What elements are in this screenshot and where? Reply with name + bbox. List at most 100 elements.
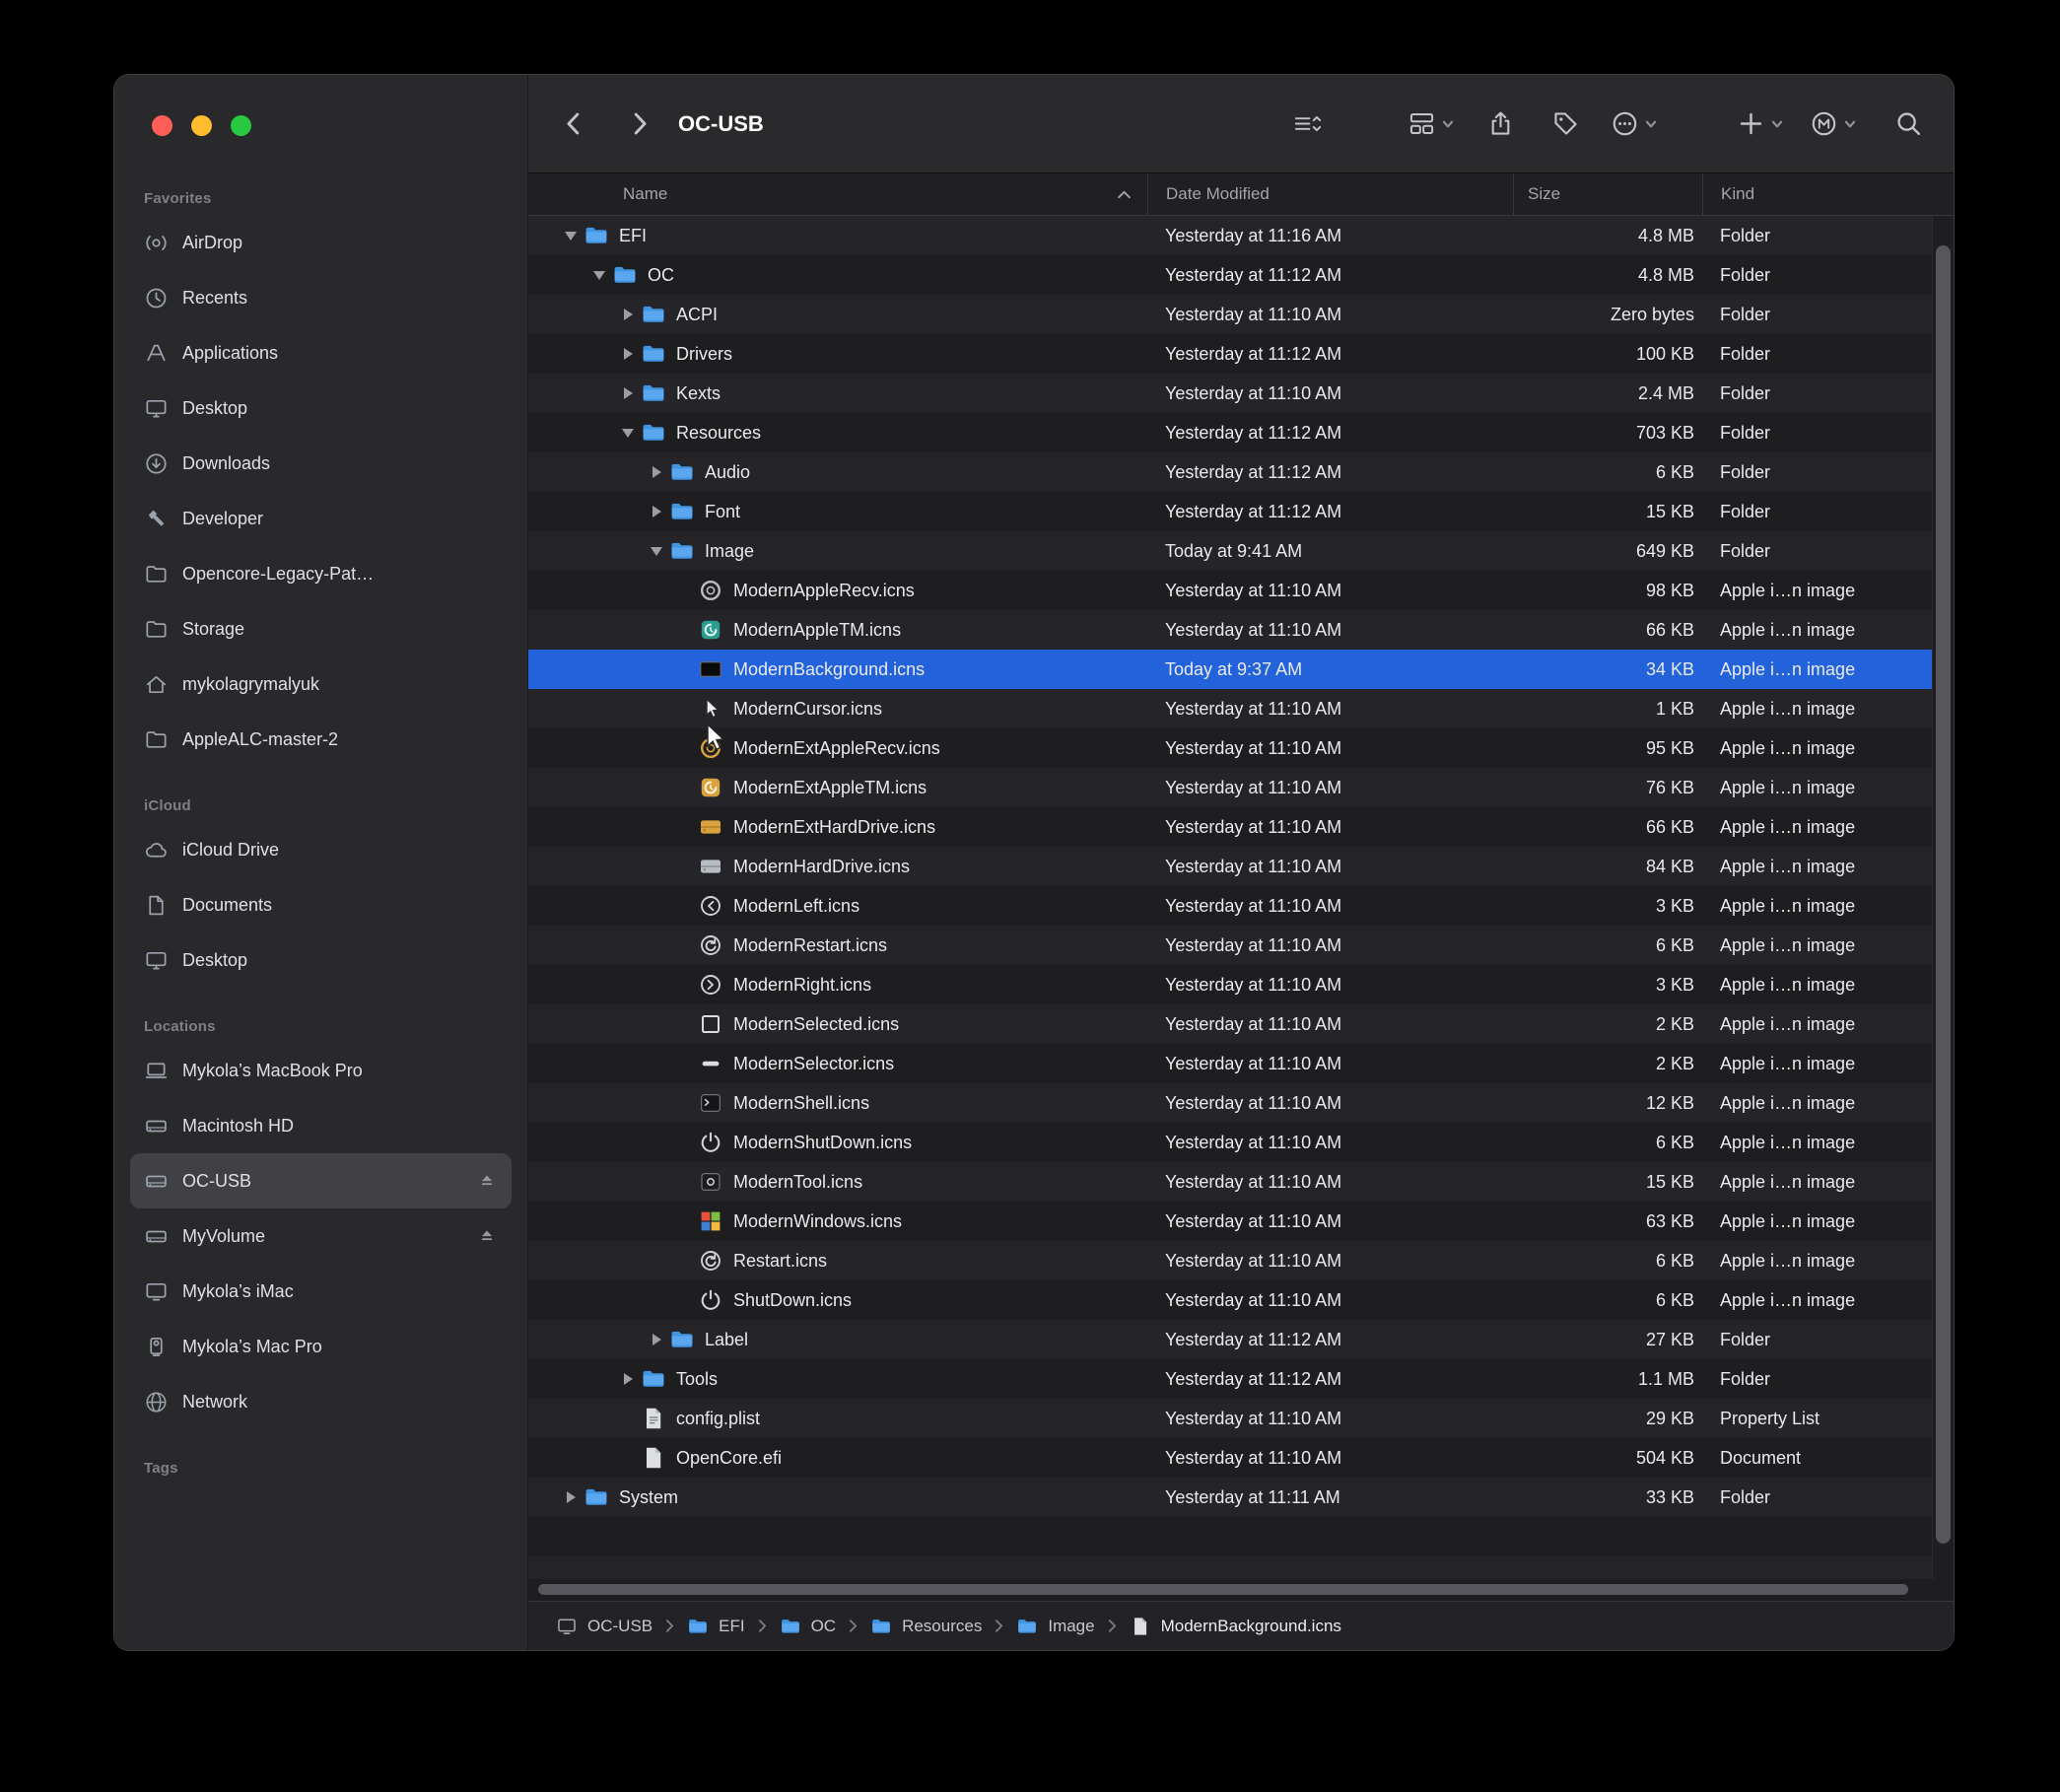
disclosure-cell[interactable] [558,1491,584,1503]
sidebar-item-documents[interactable]: Documents [130,877,512,932]
column-header-size[interactable]: Size [1513,173,1702,215]
file-row-modernbackground-icns[interactable]: ModernBackground.icnsToday at 9:37 AM34 … [528,650,1954,689]
sidebar-item-applealc-master-2[interactable]: AppleALC-master-2 [130,712,512,767]
breadcrumb-item-oc[interactable]: OC [780,1616,837,1637]
horizontal-scrollbar-thumb[interactable] [538,1584,1908,1595]
new-folder-button[interactable] [1737,101,1784,148]
file-row-drivers[interactable]: DriversYesterday at 11:12 AM100 KBFolder [528,334,1954,374]
disclosure-cell[interactable] [644,466,669,478]
disclosure-cell[interactable] [644,506,669,517]
breadcrumb-item-image[interactable]: Image [1016,1616,1094,1637]
file-row-modernharddrive-icns[interactable]: ModernHardDrive.icnsYesterday at 11:10 A… [528,847,1954,886]
sidebar-item-oc-usb[interactable]: OC-USB [130,1153,512,1208]
breadcrumb-item-resources[interactable]: Resources [870,1616,982,1637]
disclosure-cell[interactable] [644,547,669,556]
file-row-resources[interactable]: ResourcesYesterday at 11:12 AM703 KBFold… [528,413,1954,452]
forward-button[interactable] [619,101,658,148]
disclosure-triangle-icon[interactable] [624,309,633,320]
tags-button[interactable] [1545,101,1585,148]
sidebar-item-downloads[interactable]: Downloads [130,436,512,491]
vertical-scrollbar-thumb[interactable] [1936,245,1951,1544]
disclosure-triangle-icon[interactable] [624,387,633,399]
file-row-modernshutdown-icns[interactable]: ModernShutDown.icnsYesterday at 11:10 AM… [528,1123,1954,1162]
sidebar-item-storage[interactable]: Storage [130,601,512,656]
disclosure-cell[interactable] [615,429,641,438]
sidebar-item-airdrop[interactable]: AirDrop [130,215,512,270]
vertical-scrollbar[interactable] [1932,216,1954,1579]
file-row-modernrestart-icns[interactable]: ModernRestart.icnsYesterday at 11:10 AM6… [528,926,1954,965]
disclosure-triangle-icon[interactable] [624,348,633,360]
disclosure-cell[interactable] [615,309,641,320]
file-row-system[interactable]: SystemYesterday at 11:11 AM33 KBFolder [528,1478,1954,1517]
disclosure-cell[interactable] [615,1373,641,1385]
group-button[interactable] [1408,101,1455,148]
sidebar-item-mykola-s-imac[interactable]: Mykola’s iMac [130,1264,512,1319]
disclosure-cell[interactable] [644,1334,669,1345]
file-row-moderncursor-icns[interactable]: ModernCursor.icnsYesterday at 11:10 AM1 … [528,689,1954,728]
file-row-modernextappletm-icns[interactable]: ModernExtAppleTM.icnsYesterday at 11:10 … [528,768,1954,807]
file-row-modernextharddrive-icns[interactable]: ModernExtHardDrive.icnsYesterday at 11:1… [528,807,1954,847]
breadcrumb-item-oc-usb[interactable]: OC-USB [556,1616,652,1637]
zoom-button[interactable] [231,115,251,136]
file-row-efi[interactable]: EFIYesterday at 11:16 AM4.8 MBFolder [528,216,1954,255]
sidebar-item-opencore-legacy-pat[interactable]: Opencore-Legacy-Pat… [130,546,512,601]
account-button[interactable] [1810,101,1857,148]
file-row-audio[interactable]: AudioYesterday at 11:12 AM6 KBFolder [528,452,1954,492]
file-row-modernappletm-icns[interactable]: ModernAppleTM.icnsYesterday at 11:10 AM6… [528,610,1954,650]
column-header-date[interactable]: Date Modified [1147,173,1513,215]
disclosure-triangle-icon[interactable] [624,1373,633,1385]
sidebar-item-recents[interactable]: Recents [130,270,512,325]
sidebar-item-desktop[interactable]: Desktop [130,932,512,988]
minimize-button[interactable] [191,115,212,136]
file-row-modernwindows-icns[interactable]: ModernWindows.icnsYesterday at 11:10 AM6… [528,1202,1954,1241]
disclosure-triangle-icon[interactable] [652,1334,661,1345]
file-row-modernright-icns[interactable]: ModernRight.icnsYesterday at 11:10 AM3 K… [528,965,1954,1004]
eject-icon[interactable] [476,1225,498,1247]
sidebar-item-developer[interactable]: Developer [130,491,512,546]
sidebar-item-macintosh-hd[interactable]: Macintosh HD [130,1098,512,1153]
disclosure-triangle-icon[interactable] [567,1491,576,1503]
disclosure-triangle-icon[interactable] [565,232,577,241]
horizontal-scrollbar[interactable] [528,1579,1954,1601]
close-button[interactable] [152,115,172,136]
file-row-modernleft-icns[interactable]: ModernLeft.icnsYesterday at 11:10 AM3 KB… [528,886,1954,926]
breadcrumb-item-modernbackground-icns[interactable]: ModernBackground.icns [1130,1616,1341,1637]
disclosure-cell[interactable] [558,232,584,241]
disclosure-triangle-icon[interactable] [622,429,634,438]
file-row-oc[interactable]: OCYesterday at 11:12 AM4.8 MBFolder [528,255,1954,295]
file-row-modernapplerecv-icns[interactable]: ModernAppleRecv.icnsYesterday at 11:10 A… [528,571,1954,610]
disclosure-triangle-icon[interactable] [651,547,662,556]
disclosure-cell[interactable] [586,271,612,280]
share-button[interactable] [1480,101,1520,148]
file-row-tools[interactable]: ToolsYesterday at 11:12 AM1.1 MBFolder [528,1359,1954,1399]
eject-icon[interactable] [476,1170,498,1192]
file-row-modernselected-icns[interactable]: ModernSelected.icnsYesterday at 11:10 AM… [528,1004,1954,1044]
disclosure-cell[interactable] [615,387,641,399]
file-row-shutdown-icns[interactable]: ShutDown.icnsYesterday at 11:10 AM6 KBAp… [528,1280,1954,1320]
file-row-font[interactable]: FontYesterday at 11:12 AM15 KBFolder [528,492,1954,531]
sidebar-item-mykola-s-macbook-pro[interactable]: Mykola’s MacBook Pro [130,1043,512,1098]
sidebar-item-myvolume[interactable]: MyVolume [130,1208,512,1264]
disclosure-triangle-icon[interactable] [593,271,605,280]
breadcrumb-item-efi[interactable]: EFI [687,1616,744,1637]
sidebar-item-desktop[interactable]: Desktop [130,380,512,436]
file-row-image[interactable]: ImageToday at 9:41 AM649 KBFolder [528,531,1954,571]
file-row-modernselector-icns[interactable]: ModernSelector.icnsYesterday at 11:10 AM… [528,1044,1954,1083]
more-actions-button[interactable] [1611,101,1658,148]
file-row-moderntool-icns[interactable]: ModernTool.icnsYesterday at 11:10 AM15 K… [528,1162,1954,1202]
file-row-acpi[interactable]: ACPIYesterday at 11:10 AMZero bytesFolde… [528,295,1954,334]
sidebar-item-mykolagrymalyuk[interactable]: mykolagrymalyuk [130,656,512,712]
column-header-kind[interactable]: Kind [1702,173,1954,215]
file-row-restart-icns[interactable]: Restart.icnsYesterday at 11:10 AM6 KBApp… [528,1241,1954,1280]
sidebar-item-icloud-drive[interactable]: iCloud Drive [130,822,512,877]
sidebar-item-mykola-s-mac-pro[interactable]: Mykola’s Mac Pro [130,1319,512,1374]
search-button[interactable] [1888,101,1928,148]
back-button[interactable] [554,101,593,148]
disclosure-cell[interactable] [615,348,641,360]
view-options-button[interactable] [1287,101,1327,148]
sidebar-item-applications[interactable]: Applications [130,325,512,380]
file-row-opencore-efi[interactable]: OpenCore.efiYesterday at 11:10 AM504 KBD… [528,1438,1954,1478]
disclosure-triangle-icon[interactable] [652,506,661,517]
file-row-modernextapplerecv-icns[interactable]: ModernExtAppleRecv.icnsYesterday at 11:1… [528,728,1954,768]
disclosure-triangle-icon[interactable] [652,466,661,478]
